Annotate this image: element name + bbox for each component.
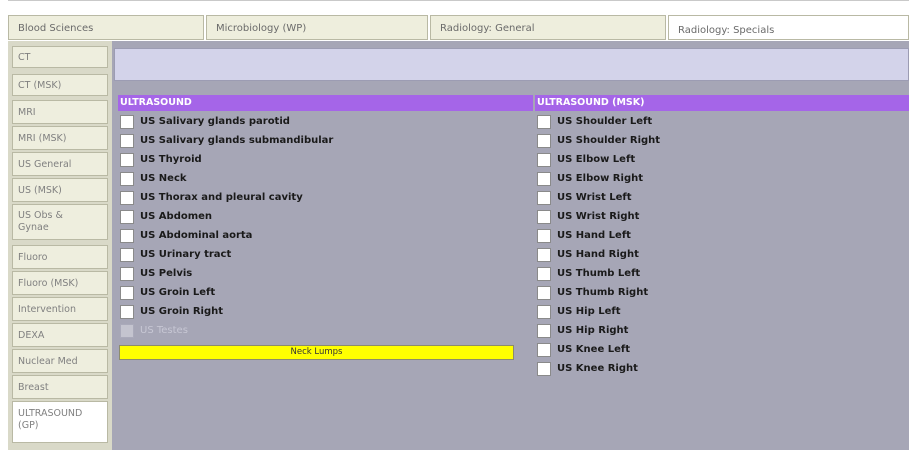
- sidebar-item-label: Nuclear Med: [18, 356, 78, 367]
- item-label: US Salivary glands submandibular: [140, 135, 334, 146]
- sidebar-item-label: Fluoro (MSK): [18, 278, 79, 289]
- item-label: US Groin Left: [140, 287, 216, 298]
- checkbox[interactable]: [537, 362, 551, 376]
- sidebar-item-intervention[interactable]: Intervention: [12, 297, 108, 321]
- sidebar-item-label: CT (MSK): [18, 80, 62, 91]
- checkbox[interactable]: [120, 210, 134, 224]
- sidebar-item-mri[interactable]: MRI: [12, 100, 108, 124]
- item-label: US Elbow Right: [557, 173, 643, 184]
- checkbox[interactable]: [120, 172, 134, 186]
- sidebar-item-label: US General: [18, 159, 72, 170]
- item-label: US Hip Left: [557, 306, 621, 317]
- sidebar-item-label: Fluoro: [18, 252, 48, 263]
- checkbox[interactable]: [120, 267, 134, 281]
- sidebar-item-label: DEXA: [18, 330, 45, 341]
- checkbox[interactable]: [537, 153, 551, 167]
- sidebar-item-label: Breast: [18, 382, 49, 393]
- sidebar-item-label: Intervention: [18, 304, 76, 315]
- sidebar-item-mri-msk[interactable]: MRI (MSK): [12, 126, 108, 150]
- sidebar-item-fluoro[interactable]: Fluoro: [12, 245, 108, 269]
- sidebar-item-label: MRI: [18, 107, 36, 118]
- item-label: US Wrist Left: [557, 192, 632, 203]
- item-label: US Shoulder Right: [557, 135, 661, 146]
- checkbox[interactable]: [537, 134, 551, 148]
- tab-blood-sciences[interactable]: Blood Sciences: [8, 15, 204, 40]
- item-label: US Shoulder Left: [557, 116, 653, 127]
- checkbox[interactable]: [120, 153, 134, 167]
- item-label: US Knee Right: [557, 363, 638, 374]
- item-label: US Thumb Left: [557, 268, 641, 279]
- checkbox[interactable]: [537, 115, 551, 129]
- item-label: US Hand Right: [557, 249, 639, 260]
- tab-microbiology[interactable]: Microbiology (WP): [206, 15, 428, 40]
- sidebar-item-us-obs-gynae[interactable]: US Obs & Gynae: [12, 204, 108, 240]
- top-border: [8, 0, 909, 1]
- sidebar-item-label: ULTRASOUND (GP): [18, 408, 83, 431]
- checkbox[interactable]: [537, 248, 551, 262]
- sidebar-item-dexa[interactable]: DEXA: [12, 323, 108, 347]
- sidebar-item-ct-msk[interactable]: CT (MSK): [12, 74, 108, 96]
- sidebar-item-ct[interactable]: CT: [12, 46, 108, 68]
- sidebar-item-nuclear-med[interactable]: Nuclear Med: [12, 349, 108, 373]
- info-banner: [114, 48, 909, 81]
- sidebar-item-ultrasound-gp[interactable]: ULTRASOUND (GP): [12, 401, 108, 443]
- checkbox[interactable]: [537, 324, 551, 338]
- checkbox[interactable]: [120, 134, 134, 148]
- tab-radiology-general[interactable]: Radiology: General: [430, 15, 666, 40]
- sidebar-item-label: US Obs & Gynae: [18, 210, 63, 233]
- sidebar-item-label: CT: [18, 52, 31, 63]
- item-label: US Hip Right: [557, 325, 629, 336]
- item-label: US Abdominal aorta: [140, 230, 253, 241]
- tab-radiology-specials[interactable]: Radiology: Specials: [668, 15, 909, 40]
- checkbox[interactable]: [537, 210, 551, 224]
- checkbox[interactable]: [537, 343, 551, 357]
- sidebar-item-us-msk[interactable]: US (MSK): [12, 178, 108, 202]
- item-label: US Wrist Right: [557, 211, 640, 222]
- checkbox: [120, 324, 134, 338]
- checkbox[interactable]: [120, 229, 134, 243]
- checkbox[interactable]: [120, 248, 134, 262]
- item-label: US Pelvis: [140, 268, 193, 279]
- section-header-ultrasound-msk: ULTRASOUND (MSK): [535, 95, 909, 111]
- item-label: US Thorax and pleural cavity: [140, 192, 303, 203]
- sidebar-item-label: US (MSK): [18, 185, 62, 196]
- sidebar: CT CT (MSK) MRI MRI (MSK) US General US …: [8, 41, 112, 450]
- checkbox[interactable]: [120, 191, 134, 205]
- checkbox[interactable]: [537, 229, 551, 243]
- checkbox[interactable]: [537, 172, 551, 186]
- checkbox[interactable]: [537, 286, 551, 300]
- item-label: US Thumb Right: [557, 287, 649, 298]
- item-label: US Testes: [140, 325, 188, 336]
- neck-lumps-button[interactable]: Neck Lumps: [119, 345, 514, 360]
- item-label: US Abdomen: [140, 211, 213, 222]
- sidebar-item-label: MRI (MSK): [18, 133, 67, 144]
- sidebar-item-breast[interactable]: Breast: [12, 375, 108, 399]
- item-label: US Groin Right: [140, 306, 224, 317]
- item-label: US Urinary tract: [140, 249, 232, 260]
- item-label: US Hand Left: [557, 230, 631, 241]
- checkbox[interactable]: [537, 305, 551, 319]
- checkbox[interactable]: [537, 191, 551, 205]
- checkbox[interactable]: [120, 305, 134, 319]
- section-header-ultrasound: ULTRASOUND: [118, 95, 533, 111]
- main-panel: CT CT (MSK) MRI MRI (MSK) US General US …: [8, 41, 909, 450]
- checkbox[interactable]: [537, 267, 551, 281]
- item-label: US Neck: [140, 173, 187, 184]
- item-label: US Thyroid: [140, 154, 202, 165]
- checkbox[interactable]: [120, 286, 134, 300]
- checkbox[interactable]: [120, 115, 134, 129]
- item-label: US Knee Left: [557, 344, 631, 355]
- item-label: US Elbow Left: [557, 154, 636, 165]
- sidebar-item-us-general[interactable]: US General: [12, 152, 108, 176]
- sidebar-item-fluoro-msk[interactable]: Fluoro (MSK): [12, 271, 108, 295]
- item-label: US Salivary glands parotid: [140, 116, 290, 127]
- tab-bar: Blood Sciences Microbiology (WP) Radiolo…: [8, 15, 909, 42]
